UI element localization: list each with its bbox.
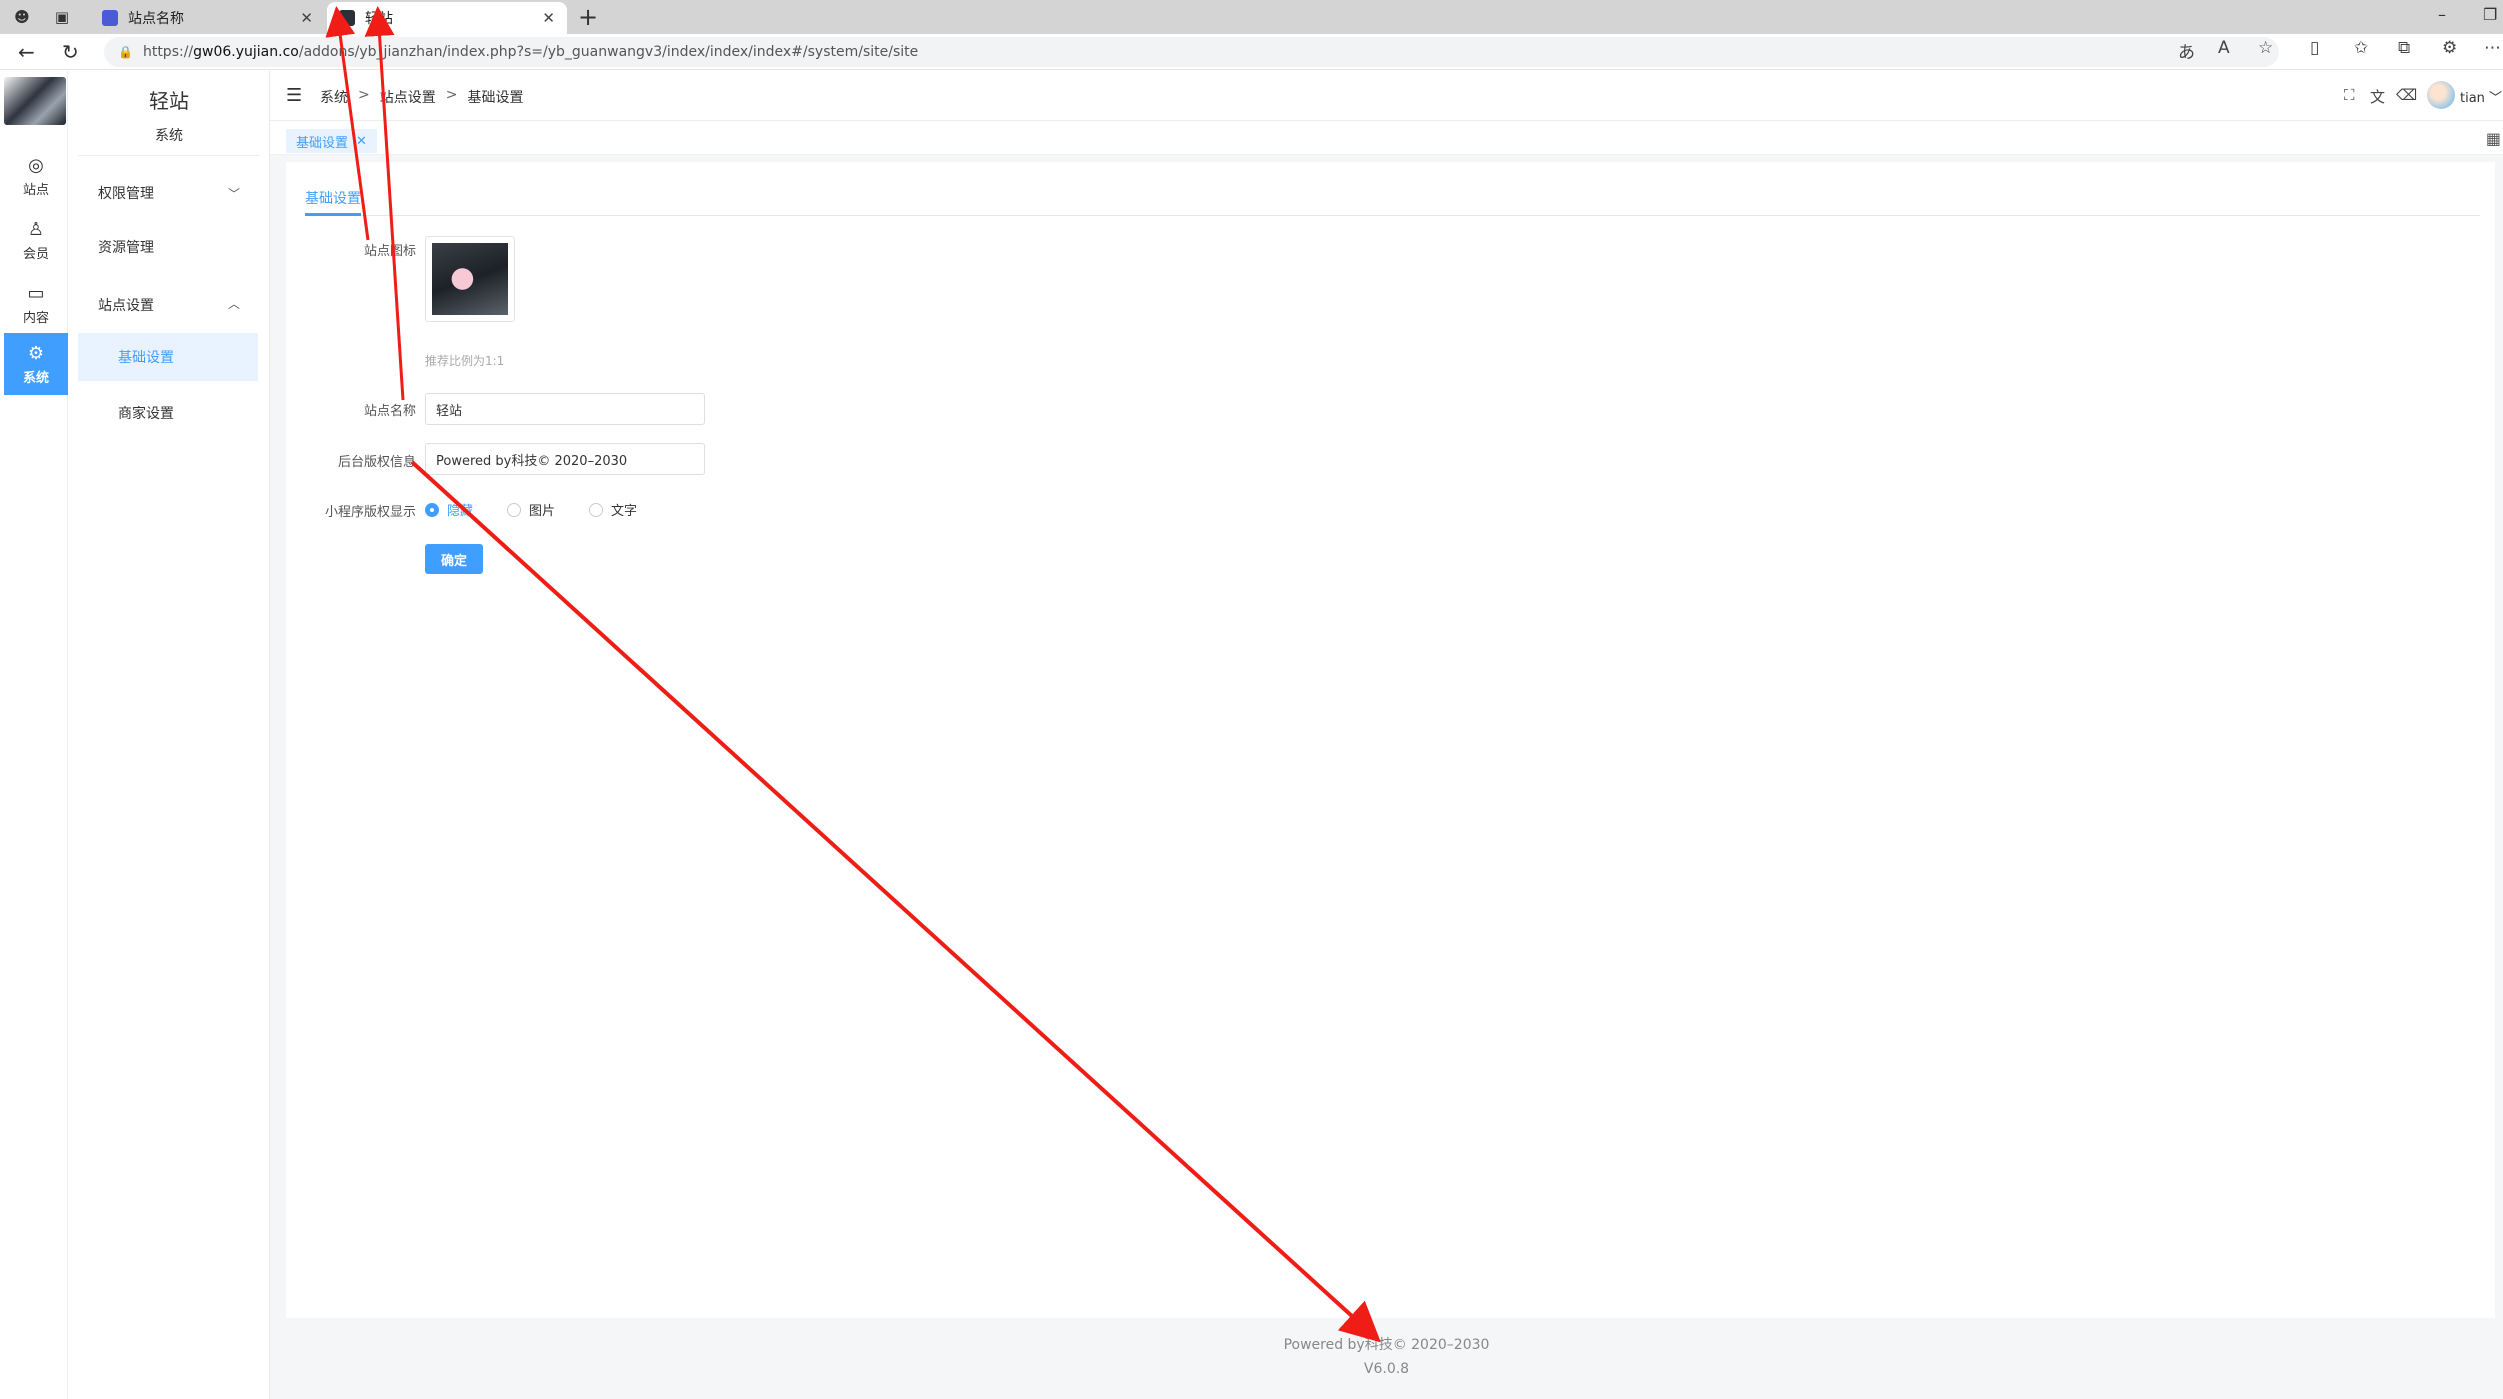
split-screen-icon[interactable]: ▯	[2310, 38, 2319, 58]
main-rail: ◎ 站点 ♙ 会员 ▭ 内容 ⚙ 系统	[0, 71, 68, 1399]
url-field[interactable]: 🔒 https://gw06.yujian.co/addons/yb_jianz…	[104, 37, 2279, 67]
site-logo[interactable]	[4, 77, 66, 125]
site-icon-upload[interactable]	[425, 236, 515, 322]
sidebar-item-basic-settings[interactable]: 基础设置	[78, 333, 258, 381]
sidebar-item-site-settings[interactable]: 站点设置	[98, 295, 154, 315]
translate-icon[interactable]: あ	[2178, 38, 2195, 63]
user-icon: ♙	[27, 218, 45, 240]
lock-icon: 🔒	[118, 45, 133, 59]
menu-toggle-icon[interactable]: ☰	[286, 85, 302, 106]
profile-icon[interactable]: ☻	[12, 7, 32, 27]
submit-button[interactable]: 确定	[425, 544, 483, 574]
radio-dot[interactable]	[507, 502, 522, 517]
minimize-icon[interactable]: –	[2438, 5, 2446, 24]
tag-basic-settings[interactable]: 基础设置 ✕	[286, 129, 377, 153]
top-bar: ☰ 系统 > 站点设置 > 基础设置 ⛶ 文 ⌫ tian ﹀	[270, 71, 2503, 121]
tags-bar: 基础设置 ✕ ▦	[270, 121, 2503, 155]
tab-title: 站点名称	[128, 11, 184, 27]
username[interactable]: tian ﹀	[2460, 87, 2502, 106]
rail-item-system[interactable]: ⚙ 系统	[4, 333, 68, 395]
content-card	[286, 162, 2495, 1318]
rail-item-site[interactable]: ◎ 站点	[4, 145, 68, 207]
fullscreen-icon[interactable]: ⛶	[2344, 86, 2355, 104]
url-host: gw06.yujian.co	[193, 44, 299, 60]
site-icon-label: 站点图标	[363, 244, 416, 259]
close-icon[interactable]: ✕	[356, 134, 367, 149]
tab-basic-settings[interactable]: 基础设置	[305, 188, 361, 208]
clear-cache-icon[interactable]: ⌫	[2396, 86, 2417, 104]
language-icon[interactable]: 文	[2370, 86, 2385, 107]
new-tab-icon[interactable]: +	[578, 3, 598, 31]
mini-copyright-label: 小程序版权显示	[324, 505, 416, 520]
reload-icon[interactable]: ↻	[62, 40, 79, 64]
close-icon[interactable]: ✕	[300, 9, 313, 27]
globe-icon: ◎	[28, 154, 44, 176]
radio-hide[interactable]: 隐藏	[425, 500, 473, 519]
browser-tab-1[interactable]: 站点名称 ✕	[90, 2, 325, 34]
breadcrumb-item[interactable]: 站点设置	[380, 87, 436, 107]
favorite-star-icon[interactable]: ☆	[2258, 38, 2273, 58]
rail-item-member[interactable]: ♙ 会员	[4, 209, 68, 271]
tab-actions-icon[interactable]: ▣	[52, 7, 72, 27]
rail-item-label: 系统	[22, 370, 49, 386]
site-icon-hint: 推荐比例为1:1	[425, 354, 505, 368]
tab-title: 轻站	[365, 11, 393, 27]
breadcrumb-separator: >	[358, 87, 370, 103]
tab-favicon	[339, 10, 355, 26]
breadcrumb: 系统 > 站点设置 > 基础设置	[320, 87, 523, 107]
site-name-label: 站点名称	[363, 404, 416, 419]
breadcrumb-separator: >	[445, 87, 458, 103]
grid-menu-icon[interactable]: ▦	[2486, 129, 2501, 148]
side-nav-title: 轻站	[149, 89, 189, 113]
radio-label: 文字	[611, 504, 638, 519]
radio-label: 隐藏	[447, 504, 474, 519]
avatar[interactable]	[2427, 81, 2455, 109]
rail-item-label: 会员	[22, 246, 49, 262]
tag-label: 基础设置	[296, 135, 349, 151]
copyright-label: 后台版权信息	[337, 455, 416, 470]
back-icon[interactable]: ←	[18, 40, 35, 64]
rail-item-label: 内容	[22, 310, 49, 326]
url-prefix: https://	[142, 44, 194, 60]
tab-active-indicator	[305, 213, 361, 216]
side-nav: 轻站 系统 权限管理 ﹀ 资源管理 站点设置 ︿ 基础设置 商家设置	[68, 71, 270, 1399]
more-menu-icon[interactable]: ⋯	[2484, 38, 2501, 58]
breadcrumb-item: 基础设置	[467, 90, 524, 106]
radio-dot[interactable]	[589, 502, 604, 517]
site-name-input[interactable]: 轻站	[425, 393, 705, 425]
radio-label: 图片	[529, 504, 556, 519]
username-text: tian	[2460, 91, 2485, 106]
footer-copyright: Powered by科技© 2020–2030	[1283, 1337, 1490, 1353]
radio-text[interactable]: 文字	[589, 500, 637, 519]
favorites-icon[interactable]: ✩	[2354, 38, 2368, 58]
breadcrumb-item[interactable]: 系统	[320, 87, 348, 107]
radio-dot[interactable]	[425, 502, 439, 517]
url-path: /addons/yb_jianzhan/index.php?s=/yb_guan…	[298, 44, 919, 60]
side-nav-subtitle: 系统	[78, 125, 260, 156]
tab-divider	[305, 215, 2480, 216]
rail-item-content[interactable]: ▭ 内容	[4, 273, 68, 335]
tab-favicon	[102, 10, 118, 26]
read-aloud-icon[interactable]: A	[2218, 38, 2230, 58]
collections-icon[interactable]: ⧉	[2398, 38, 2410, 58]
sidebar-item-permissions[interactable]: 权限管理	[98, 183, 154, 203]
close-icon[interactable]: ✕	[542, 9, 555, 27]
mini-copyright-radio-group: 隐藏 图片 文字	[425, 500, 637, 519]
footer-version: V6.0.8	[1363, 1361, 1410, 1377]
rail-item-label: 站点	[22, 182, 49, 198]
browser-tab-bar: ☻ ▣ 站点名称 ✕ 轻站 ✕ + – ❐	[0, 0, 2503, 34]
restore-icon[interactable]: ❐	[2483, 5, 2497, 24]
radio-image[interactable]: 图片	[507, 500, 555, 519]
sidebar-item-resources[interactable]: 资源管理	[98, 237, 154, 257]
browser-tab-2[interactable]: 轻站 ✕	[327, 2, 567, 34]
chevron-up-icon[interactable]: ︿	[228, 295, 240, 312]
copyright-input[interactable]: Powered by科技© 2020–2030	[425, 443, 705, 475]
chevron-down-icon[interactable]: ﹀	[228, 185, 240, 202]
gear-icon: ⚙	[27, 342, 45, 364]
folder-icon: ▭	[27, 282, 45, 304]
address-bar-row: ← ↻ 🔒 https://gw06.yujian.co/addons/yb_j…	[0, 34, 2503, 70]
extensions-icon[interactable]: ⚙	[2442, 38, 2457, 58]
site-icon-image	[432, 243, 508, 315]
